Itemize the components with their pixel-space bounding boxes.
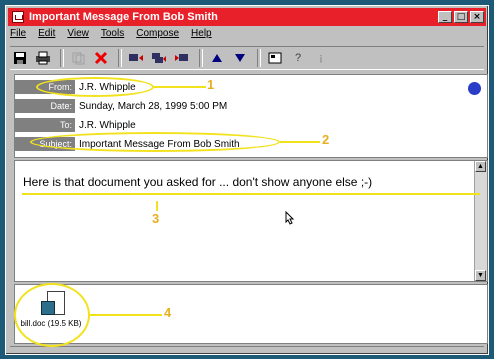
- annotation-pointer-4: [90, 314, 162, 316]
- delete-icon[interactable]: [91, 49, 111, 67]
- menu-tools[interactable]: Tools: [101, 28, 124, 44]
- maximize-button[interactable]: □: [454, 11, 468, 23]
- address-book-icon[interactable]: [265, 49, 285, 67]
- annotation-pointer-2: [280, 141, 320, 143]
- annotation-number-3: 3: [152, 211, 160, 226]
- date-value: Sunday, March 28, 1999 5:00 PM: [79, 100, 228, 112]
- previous-icon[interactable]: [207, 49, 227, 67]
- title-bar[interactable]: Important Message From Bob Smith _ □ ×: [8, 8, 486, 26]
- globe-icon[interactable]: [468, 82, 481, 95]
- mouse-cursor-icon: [285, 210, 295, 228]
- menu-help[interactable]: Help: [191, 28, 212, 44]
- mail-icon: [12, 11, 24, 23]
- to-value[interactable]: J.R. Whipple: [79, 120, 136, 131]
- email-window: Important Message From Bob Smith _ □ × F…: [5, 5, 489, 355]
- annotation-number-1: 1: [207, 77, 215, 92]
- minimize-button[interactable]: _: [438, 11, 452, 23]
- toolbar-separator: [199, 49, 203, 67]
- annotation-ellipse-from: [36, 77, 154, 97]
- reply-icon[interactable]: [126, 49, 146, 67]
- scroll-up-icon[interactable]: ▲: [475, 161, 486, 172]
- to-row: To: J.R. Whipple: [15, 117, 136, 133]
- date-row: Date: Sunday, March 28, 1999 5:00 PM: [15, 98, 227, 114]
- message-text: Here is that document you asked for ... …: [23, 175, 373, 189]
- menu-view[interactable]: View: [67, 28, 89, 44]
- body-scrollbar[interactable]: ▲ ▼: [474, 161, 487, 281]
- annotation-number-4: 4: [164, 305, 172, 320]
- print-icon[interactable]: [33, 49, 53, 67]
- toolbar: ? ¡: [10, 46, 484, 70]
- annotation-pointer-3: [156, 201, 158, 211]
- close-button[interactable]: ×: [470, 11, 484, 23]
- menu-file[interactable]: File: [10, 28, 26, 44]
- save-icon[interactable]: [10, 49, 30, 67]
- scroll-down-icon[interactable]: ▼: [475, 270, 486, 281]
- to-label: To:: [15, 118, 75, 132]
- annotation-ellipse-subject: [30, 132, 280, 152]
- toolbar-separator: [118, 49, 122, 67]
- status-bar: [10, 346, 484, 354]
- help-icon[interactable]: ?: [288, 49, 308, 67]
- message-body[interactable]: Here is that document you asked for ... …: [14, 160, 488, 282]
- forward-icon[interactable]: [172, 49, 192, 67]
- next-icon[interactable]: [230, 49, 250, 67]
- toolbar-separator: [60, 49, 64, 67]
- menu-compose[interactable]: Compose: [136, 28, 179, 44]
- annotation-number-2: 2: [322, 132, 330, 147]
- reply-all-icon[interactable]: [149, 49, 169, 67]
- annotation-pointer-1: [154, 86, 206, 88]
- menu-edit[interactable]: Edit: [38, 28, 55, 44]
- annotation-ellipse-attachment: [14, 283, 90, 347]
- date-label: Date:: [15, 99, 75, 113]
- window-title: Important Message From Bob Smith: [29, 11, 218, 23]
- copy-icon[interactable]: [68, 49, 88, 67]
- menu-bar: File Edit View Tools Compose Help: [10, 28, 224, 44]
- annotation-underline-body: [22, 193, 480, 195]
- toolbar-separator: [257, 49, 261, 67]
- info-icon[interactable]: ¡: [311, 49, 331, 67]
